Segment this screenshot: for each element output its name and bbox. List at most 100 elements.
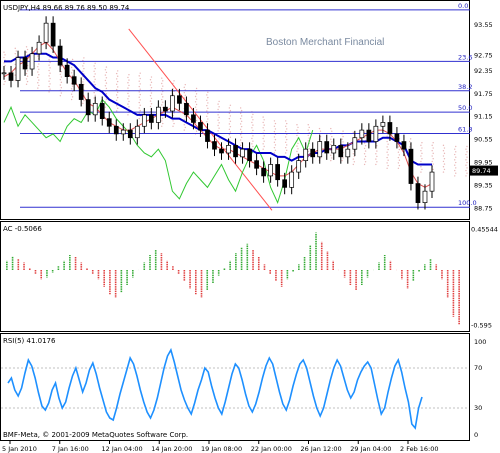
cloud-dot — [352, 163, 355, 166]
cloud-dot — [262, 137, 264, 140]
cloud-dot — [60, 87, 63, 89]
cloud-dot — [296, 124, 298, 126]
cloud-dot — [37, 87, 39, 89]
cloud-dot — [229, 115, 232, 117]
candle-body — [177, 95, 182, 104]
cloud-dot — [70, 66, 73, 69]
cloud-dot — [48, 75, 50, 77]
cloud-dot — [273, 125, 276, 127]
cloud-dot — [240, 125, 243, 128]
cloud-dot — [296, 150, 298, 153]
candle-body — [331, 145, 337, 154]
candle-body — [64, 64, 70, 77]
cloud-dot — [442, 150, 445, 152]
cloud-dot — [263, 124, 265, 126]
cloud-dot — [442, 144, 445, 147]
cloud-dot — [454, 159, 456, 161]
candle-body — [22, 57, 28, 70]
cloud-dot — [149, 95, 152, 97]
cloud-dot — [432, 152, 434, 155]
cloud-dot — [138, 112, 140, 114]
cloud-dot — [285, 146, 287, 149]
candle-body — [134, 125, 140, 139]
cloud-dot — [206, 99, 208, 102]
cloud-dot — [138, 75, 140, 77]
cloud-dot — [38, 68, 40, 71]
candle-body — [8, 72, 14, 81]
candle-body — [233, 145, 238, 158]
cloud-dot — [195, 130, 198, 132]
cloud-dot — [273, 141, 276, 144]
cloud-dot — [443, 152, 446, 155]
cloud-dot — [273, 136, 276, 138]
cloud-dot — [239, 117, 242, 120]
cloud-dot — [162, 96, 164, 98]
cloud-dot — [82, 81, 84, 83]
cloud-dot — [397, 146, 400, 148]
cloud-dot — [59, 78, 62, 81]
cloud-dot — [127, 103, 129, 105]
cloud-dot — [206, 94, 208, 96]
cloud-dot — [38, 84, 40, 87]
cloud-dot — [3, 62, 5, 64]
cloud-dot — [104, 74, 107, 76]
cloud-dot — [285, 152, 287, 154]
cloud-dot — [375, 153, 377, 155]
cloud-dot — [239, 139, 242, 141]
rsi-title: RSI(5) 41.0176 — [3, 337, 56, 345]
candle-body — [296, 160, 302, 173]
fibo-label: 100.0 — [458, 199, 477, 207]
cloud-dot — [83, 57, 85, 59]
cloud-dot — [398, 148, 401, 151]
cloud-dot — [93, 81, 95, 83]
cloud-dot — [342, 141, 344, 143]
cloud-dot — [442, 171, 445, 173]
candle-body — [303, 148, 309, 161]
cloud-dot — [48, 64, 50, 66]
cloud-dot — [330, 159, 332, 162]
cloud-dot — [60, 65, 63, 68]
cloud-dot — [239, 123, 242, 125]
x-tick-label: 7 Jan 16:00 — [52, 445, 89, 453]
candle-body — [78, 83, 84, 100]
cloud-dot — [455, 156, 457, 158]
cloud-dot — [139, 88, 141, 90]
cloud-dot — [228, 133, 231, 136]
cloud-dot — [251, 143, 253, 145]
candle-body — [99, 103, 105, 119]
cloud-dot — [420, 166, 422, 168]
current-price-label: 89.74 — [472, 167, 491, 175]
candle-body — [317, 141, 323, 158]
candle-body — [163, 106, 168, 112]
cloud-dot — [206, 115, 208, 118]
cloud-dot — [397, 162, 400, 164]
cloud-dot — [184, 116, 186, 118]
cloud-dot — [139, 77, 141, 80]
cloud-dot — [386, 140, 388, 143]
cloud-dot — [116, 86, 119, 88]
cloud-dot — [162, 80, 164, 82]
cloud-dot — [252, 119, 254, 121]
cloud-dot — [104, 106, 107, 108]
cloud-dot — [286, 122, 288, 125]
cloud-dot — [4, 64, 6, 67]
cloud-dot — [104, 79, 107, 82]
cloud-dot — [14, 53, 16, 55]
cloud-dot — [207, 91, 209, 93]
cloud-dot — [127, 82, 129, 84]
cloud-dot — [162, 101, 164, 103]
x-tick-label: 2 Feb 16:00 — [400, 445, 439, 453]
cloud-dot — [286, 128, 288, 130]
cloud-dot — [49, 67, 51, 69]
cloud-dot — [218, 127, 220, 129]
cloud-dot — [252, 145, 254, 148]
cloud-dot — [139, 83, 141, 85]
price-y-tick-label: 91.75 — [474, 90, 493, 98]
cloud-dot — [296, 145, 298, 147]
cloud-dot — [307, 129, 309, 131]
candle-body — [254, 160, 259, 169]
cloud-dot — [82, 65, 84, 67]
cloud-dot — [466, 167, 468, 169]
candle-body — [366, 129, 372, 142]
cloud-dot — [149, 105, 152, 108]
